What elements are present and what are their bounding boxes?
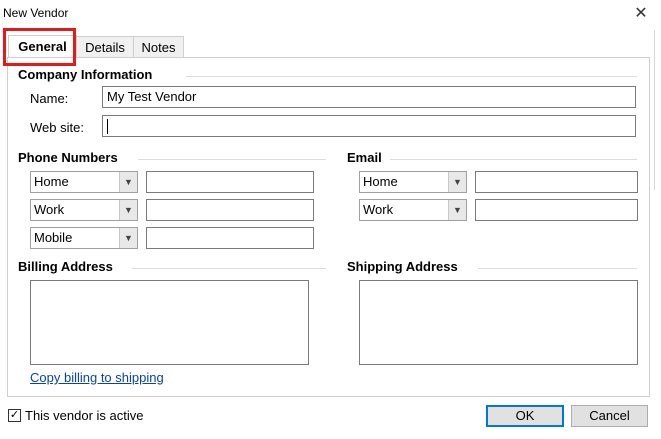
email-type-select-1[interactable]: Home ▼ bbox=[359, 171, 467, 193]
copy-billing-link[interactable]: Copy billing to shipping bbox=[30, 370, 164, 385]
close-icon[interactable]: ✕ bbox=[628, 3, 654, 25]
chevron-down-icon[interactable]: ▼ bbox=[448, 172, 466, 192]
ok-button[interactable]: OK bbox=[486, 405, 564, 427]
tab-highlight-box bbox=[3, 28, 76, 66]
website-input[interactable] bbox=[102, 115, 636, 137]
window-title: New Vendor bbox=[3, 6, 69, 20]
phone-input-1[interactable] bbox=[146, 171, 314, 193]
phone-input-2[interactable] bbox=[146, 199, 314, 221]
email-divider bbox=[390, 159, 637, 160]
company-info-divider bbox=[186, 76, 637, 77]
chevron-down-icon[interactable]: ▼ bbox=[119, 200, 137, 220]
tab-notes[interactable]: Notes bbox=[133, 36, 184, 58]
chevron-down-icon[interactable]: ▼ bbox=[119, 172, 137, 192]
email-input-1[interactable] bbox=[475, 171, 638, 193]
title-bar: New Vendor ✕ bbox=[0, 0, 661, 28]
phone-type-value: Home bbox=[34, 174, 69, 189]
phone-type-select-3[interactable]: Mobile ▼ bbox=[30, 227, 138, 249]
shipping-address-title: Shipping Address bbox=[347, 259, 458, 274]
new-vendor-dialog: New Vendor ✕ General Details Notes Compa… bbox=[0, 0, 661, 439]
phone-numbers-title: Phone Numbers bbox=[18, 150, 118, 165]
phone-input-3[interactable] bbox=[146, 227, 314, 249]
email-type-select-2[interactable]: Work ▼ bbox=[359, 199, 467, 221]
website-label: Web site: bbox=[30, 120, 84, 135]
general-tab-panel: Company Information Name: My Test Vendor… bbox=[7, 57, 650, 397]
tab-details[interactable]: Details bbox=[76, 36, 134, 58]
email-type-value: Home bbox=[363, 174, 398, 189]
company-info-title: Company Information bbox=[18, 67, 153, 82]
phone-type-value: Work bbox=[34, 202, 65, 217]
active-checkbox[interactable]: ✓ bbox=[8, 409, 21, 422]
name-label: Name: bbox=[30, 91, 69, 106]
chevron-down-icon[interactable]: ▼ bbox=[119, 228, 137, 248]
name-input[interactable]: My Test Vendor bbox=[102, 86, 636, 108]
phone-type-value: Mobile bbox=[34, 230, 73, 245]
text-cursor bbox=[107, 119, 108, 135]
billing-address-divider bbox=[132, 268, 326, 269]
phone-type-select-1[interactable]: Home ▼ bbox=[30, 171, 138, 193]
billing-address-input[interactable] bbox=[30, 280, 309, 365]
shipping-address-divider bbox=[478, 268, 637, 269]
cancel-button[interactable]: Cancel bbox=[571, 405, 648, 427]
billing-address-title: Billing Address bbox=[18, 259, 113, 274]
phone-numbers-divider bbox=[138, 159, 326, 160]
phone-type-select-2[interactable]: Work ▼ bbox=[30, 199, 138, 221]
shipping-address-input[interactable] bbox=[359, 280, 638, 365]
active-checkbox-label[interactable]: This vendor is active bbox=[25, 408, 144, 423]
window-edge bbox=[654, 30, 661, 190]
chevron-down-icon[interactable]: ▼ bbox=[448, 200, 466, 220]
email-title: Email bbox=[347, 150, 382, 165]
email-input-2[interactable] bbox=[475, 199, 638, 221]
email-type-value: Work bbox=[363, 202, 394, 217]
